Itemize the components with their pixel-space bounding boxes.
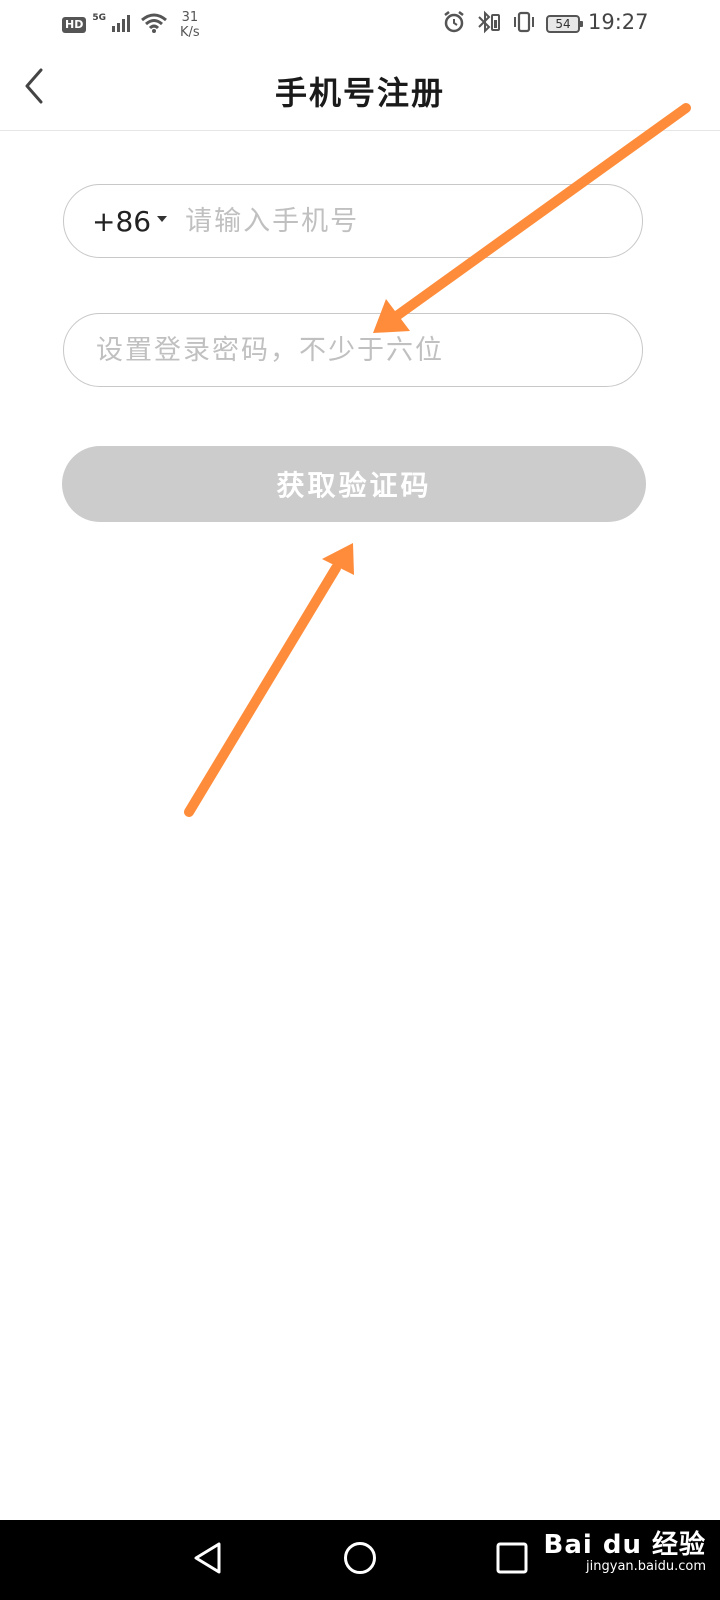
- hd-badge: HD: [62, 17, 87, 33]
- vibrate-icon: [512, 10, 536, 38]
- nav-home-icon: [342, 1540, 378, 1580]
- status-right-group: 54: [442, 10, 583, 38]
- phone-input[interactable]: [183, 204, 642, 238]
- phone-field: +86: [63, 184, 643, 258]
- status-left-group: HD 5G 31 K/s: [62, 10, 200, 40]
- nav-back-icon: [191, 1541, 225, 1579]
- speed-value: 31: [181, 10, 199, 25]
- nav-back-button[interactable]: [186, 1538, 230, 1582]
- country-code-selector[interactable]: +86: [92, 204, 168, 238]
- baidu-jingyan-watermark: Bai du 经验 jingyan.baidu.com: [544, 1524, 707, 1574]
- app-header: 手机号注册: [0, 48, 720, 131]
- password-field: [63, 313, 643, 387]
- get-verification-code-button[interactable]: 获取验证码: [62, 446, 646, 522]
- status-bar: HD 5G 31 K/s 54 19:27: [0, 0, 720, 48]
- country-code-value: +86: [92, 204, 152, 238]
- nav-recent-button[interactable]: [490, 1538, 534, 1582]
- alarm-icon: [442, 10, 466, 38]
- signal-icon: [112, 14, 134, 36]
- watermark-url: jingyan.baidu.com: [586, 1559, 706, 1574]
- annotation-arrow-button: [184, 543, 354, 817]
- watermark-logo: Bai du 经验: [543, 1530, 706, 1560]
- network-speed: 31 K/s: [180, 10, 200, 40]
- network-type: 5G: [92, 13, 106, 23]
- battery-icon: 54: [546, 15, 583, 33]
- caret-down-icon: [157, 216, 168, 222]
- speed-unit: K/s: [180, 25, 200, 40]
- nav-home-button[interactable]: [338, 1538, 382, 1582]
- nav-recent-icon: [495, 1541, 529, 1579]
- wifi-icon: [140, 12, 168, 38]
- battery-level: 54: [555, 17, 571, 31]
- clock: 19:27: [588, 10, 649, 34]
- password-input[interactable]: [94, 333, 642, 367]
- bluetooth-icon: [476, 10, 502, 38]
- system-nav-bar: Bai du 经验 jingyan.baidu.com: [0, 1520, 720, 1600]
- page-title: 手机号注册: [274, 74, 445, 112]
